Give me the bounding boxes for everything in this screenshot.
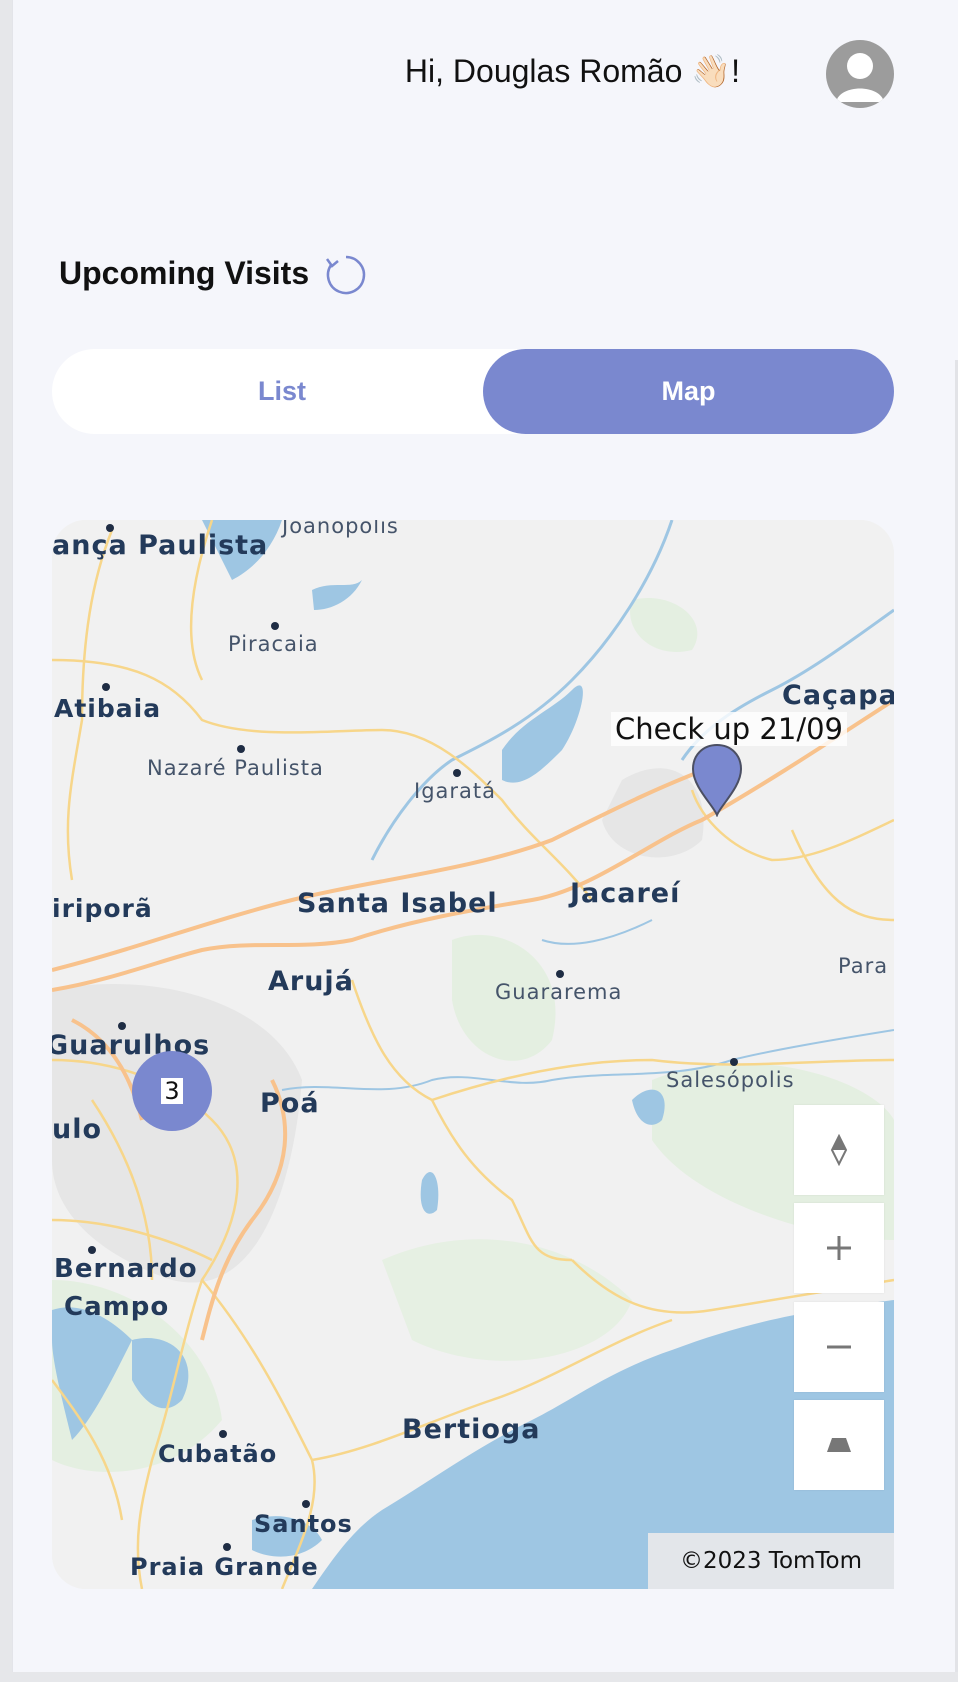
map-label-city: Arujá	[268, 966, 354, 997]
tab-map[interactable]: Map	[483, 349, 894, 434]
town-dot	[219, 1430, 227, 1438]
zoom-in-button[interactable]	[794, 1203, 884, 1293]
view-toggle: List Map	[52, 349, 894, 434]
map-label-town: Praia Grande	[130, 1553, 319, 1581]
compass-button[interactable]	[794, 1105, 884, 1195]
town-dot	[237, 745, 245, 753]
map-label-city: Bernardo	[54, 1254, 198, 1284]
map-label-town: Nazaré Paulista	[147, 756, 324, 780]
map-cluster-marker[interactable]: 3	[132, 1051, 212, 1131]
map-label-town: Santos	[254, 1510, 353, 1538]
map-label-town: Cubatão	[158, 1440, 278, 1468]
map-label-city: iriporã	[52, 894, 153, 923]
pitch-icon	[827, 1438, 851, 1452]
section-title: Upcoming Visits	[59, 255, 310, 291]
map-label-town: Piracaia	[228, 632, 319, 656]
tab-list[interactable]: List	[52, 349, 512, 434]
compass-icon	[830, 1134, 848, 1166]
map-label-city: Santa Isabel	[297, 888, 498, 919]
town-dot	[271, 622, 279, 630]
town-dot	[453, 769, 461, 777]
map-label-town: Salesópolis	[666, 1068, 795, 1092]
map-label-city: Campo	[64, 1292, 170, 1322]
user-avatar-icon	[836, 53, 884, 102]
town-dot	[223, 1543, 231, 1551]
zoom-out-button[interactable]	[794, 1302, 884, 1392]
map-pin-icon[interactable]	[691, 743, 743, 817]
town-dot	[302, 1500, 310, 1508]
town-dot	[118, 1022, 126, 1030]
map-label-town: Para	[838, 954, 889, 978]
pitch-button[interactable]	[794, 1400, 884, 1490]
marker-label: Check up 21/09	[611, 712, 848, 746]
map-label-city: Poá	[260, 1088, 320, 1119]
plus-icon	[827, 1236, 851, 1260]
cluster-count: 3	[161, 1078, 183, 1104]
town-dot	[730, 1058, 738, 1066]
map-label-city: ança Paulista	[52, 530, 269, 561]
map-attribution: ©2023 TomTom	[648, 1533, 894, 1589]
minus-icon	[827, 1345, 851, 1349]
map-label-town: Guararema	[495, 980, 623, 1004]
map-label-city: Bertioga	[402, 1414, 541, 1445]
map-label-town: Joanópolis	[282, 520, 399, 538]
avatar[interactable]	[826, 40, 894, 108]
town-dot	[556, 970, 564, 978]
refresh-icon[interactable]	[324, 253, 368, 297]
town-dot	[102, 683, 110, 691]
town-dot	[88, 1246, 96, 1254]
map-label-city: Atibaia	[54, 694, 162, 723]
map-label-city: Caçapa	[782, 680, 894, 711]
map-label-city: Jacareí	[570, 878, 681, 909]
greeting-text: Hi, Douglas Romão 👋🏻!	[404, 53, 740, 89]
map-label-town: Igaratá	[414, 779, 496, 803]
map-label-city: ulo	[52, 1114, 103, 1145]
